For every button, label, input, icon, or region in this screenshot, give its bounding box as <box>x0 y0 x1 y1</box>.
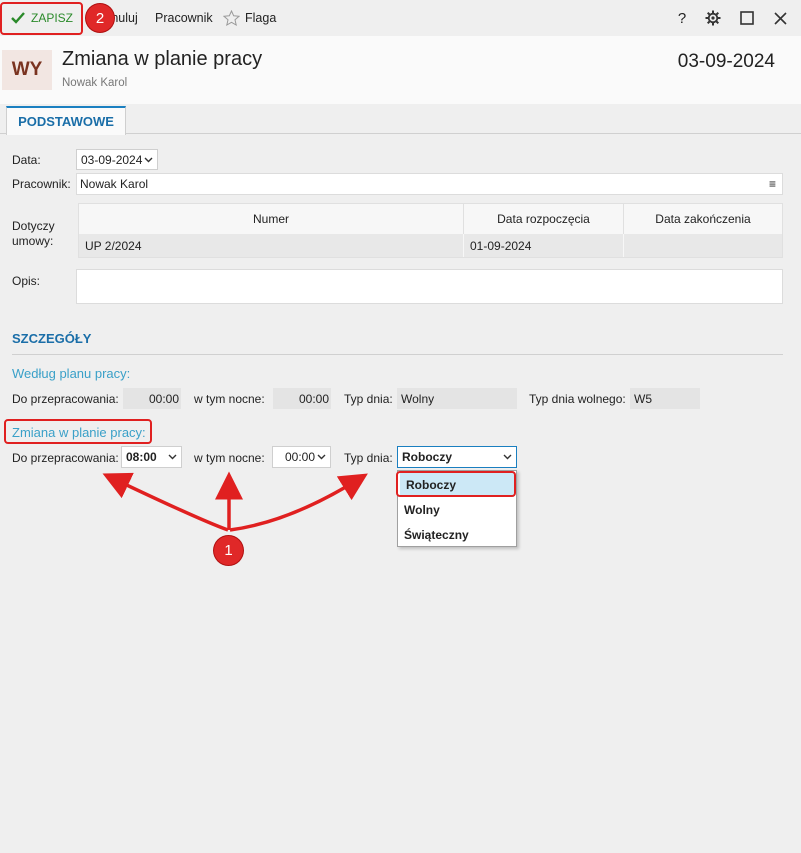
annotation-marker-1: 1 <box>214 536 243 565</box>
annotation-arrows <box>102 471 368 532</box>
